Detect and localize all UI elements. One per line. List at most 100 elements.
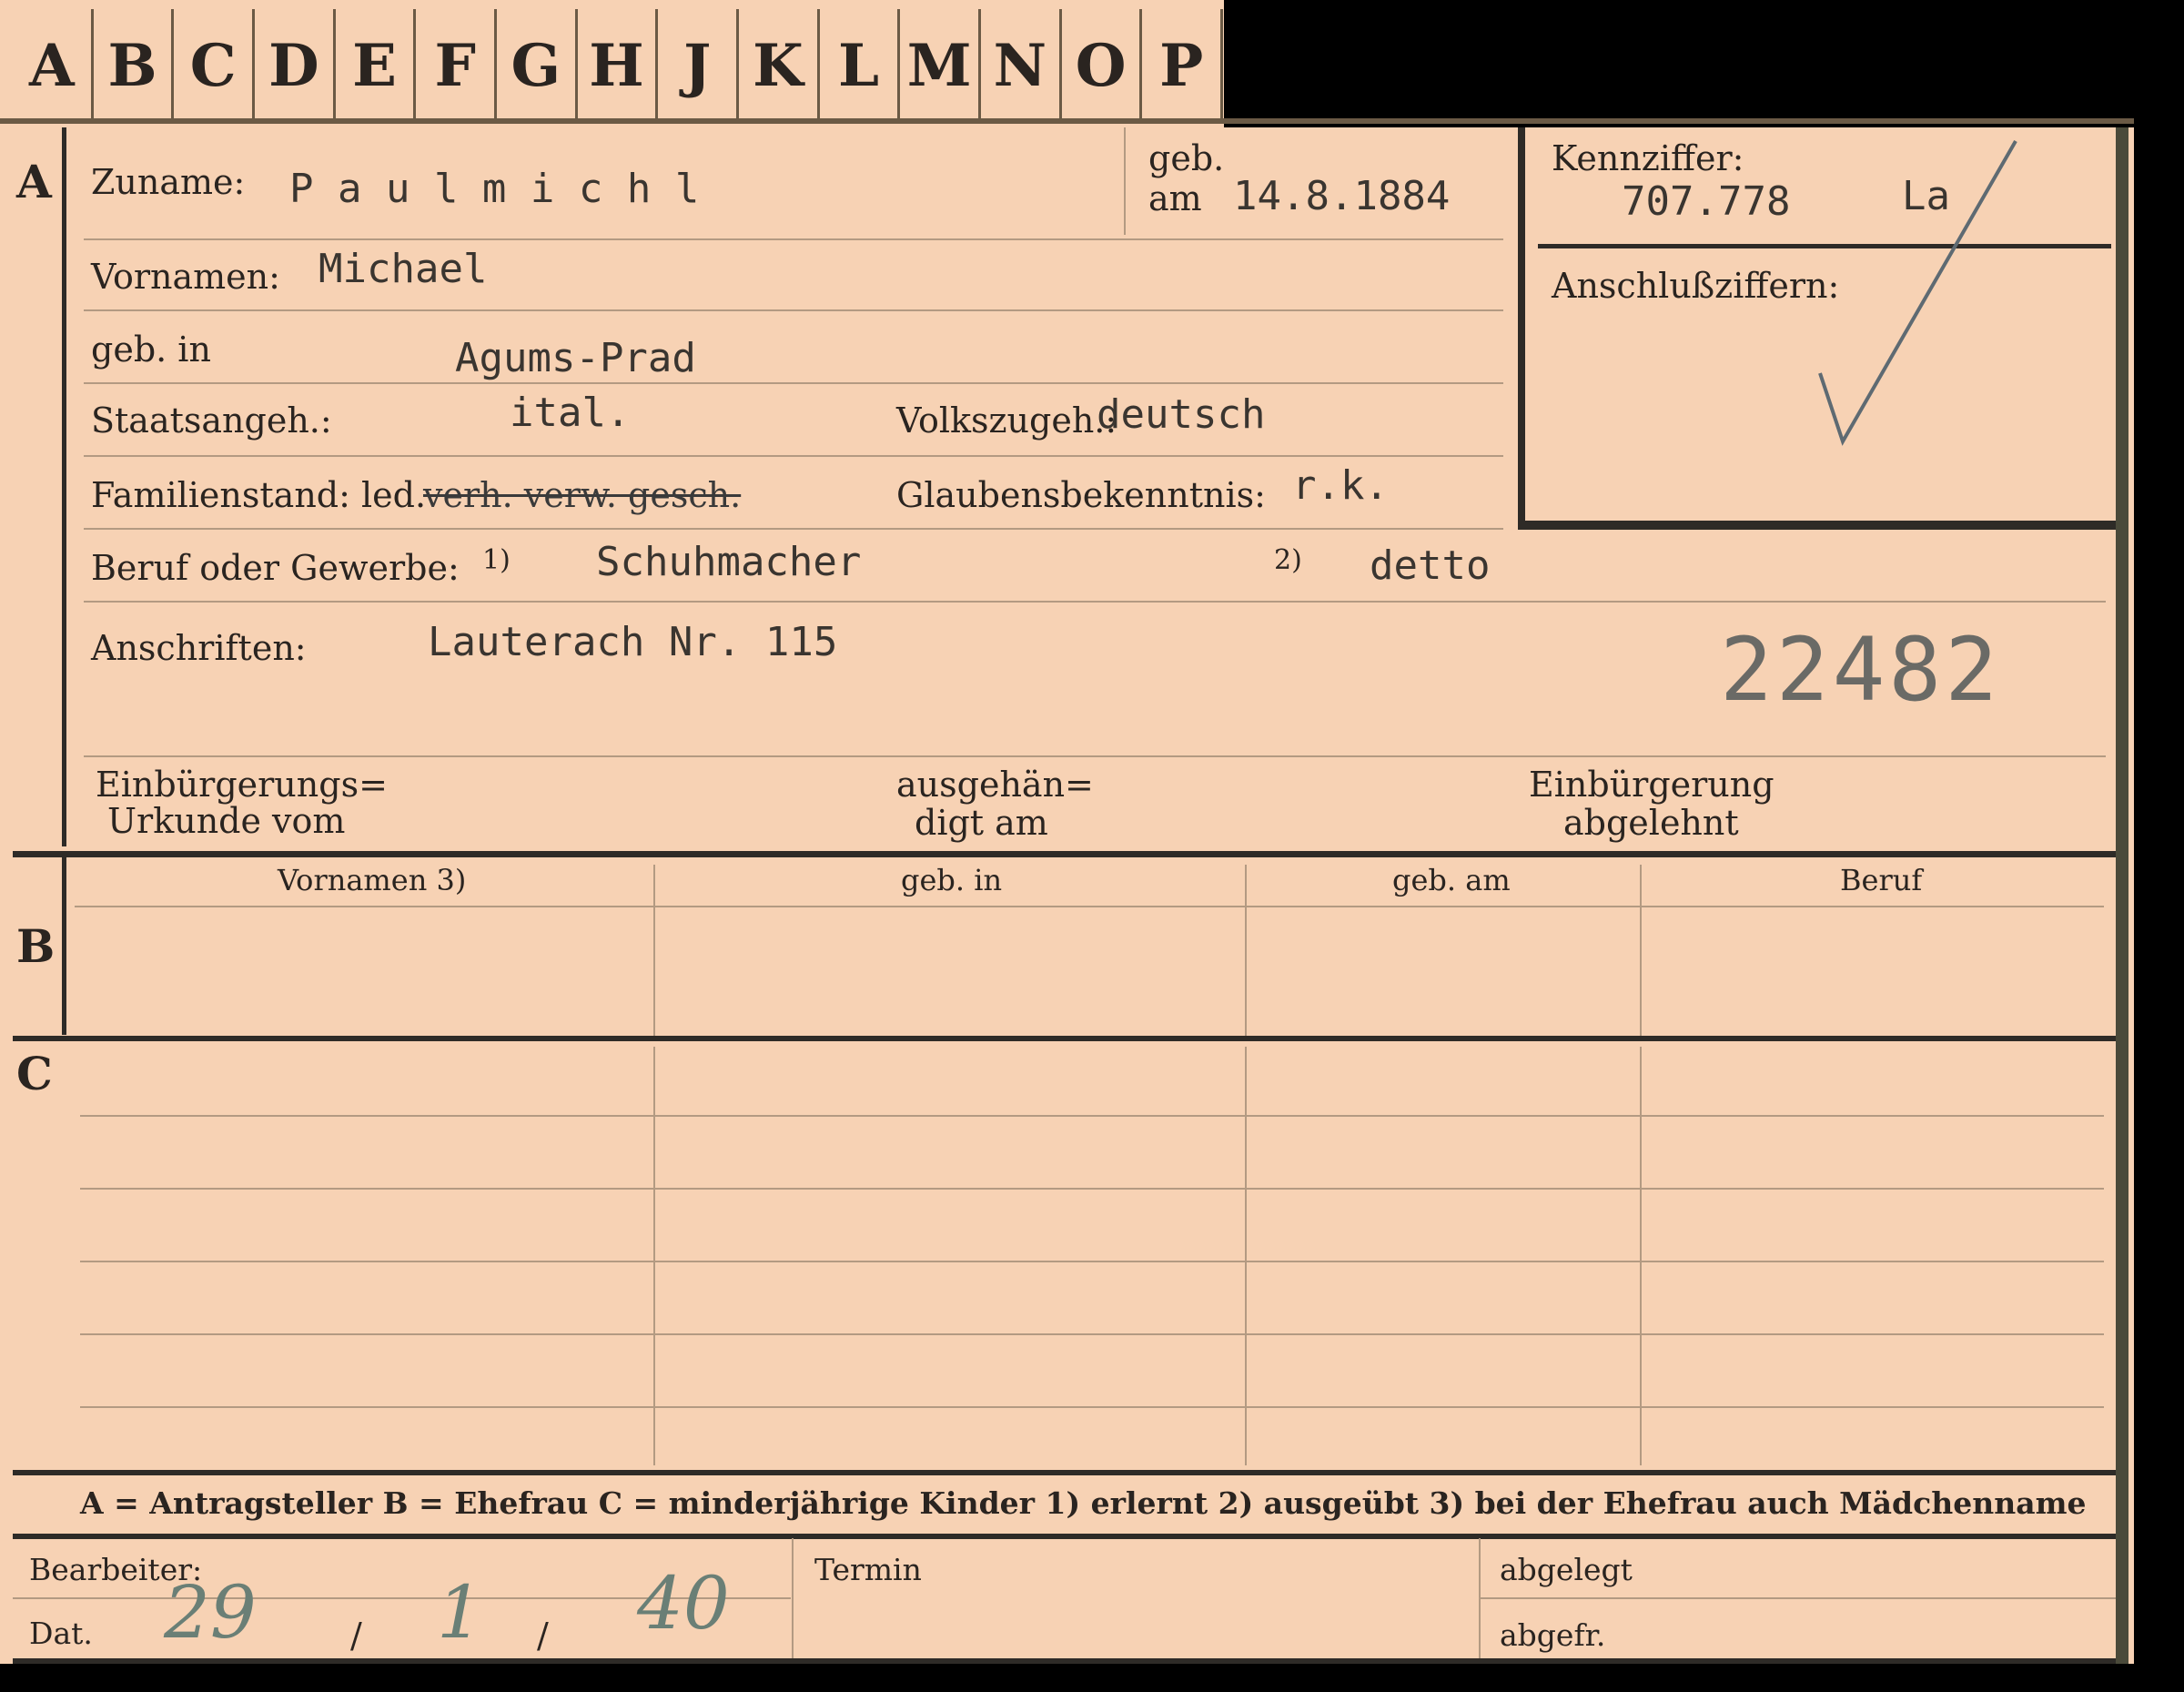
col-divider [1640,865,1642,1038]
beruf-label: Beruf oder Gewerbe: [91,548,460,588]
tab-n[interactable]: N [981,9,1062,123]
col-divider [653,1047,655,1465]
dat-label: Dat. [29,1616,93,1651]
footer-line [1481,1597,2116,1599]
zuname-value: P a u l m i c h l [289,166,700,212]
row-line [80,1333,2104,1335]
row-line [80,1406,2104,1408]
beruf-value2: detto [1370,542,1491,589]
footer-divider [792,1538,794,1661]
header-geb-am: geb. am [1392,863,1511,897]
section-a-left-border [62,127,66,846]
tab-m[interactable]: M [900,9,982,123]
kennziffer-box-left [1518,127,1525,528]
section-b-bottom [13,1036,2116,1041]
row-line [80,1188,2104,1190]
top-black-area [1224,0,2134,127]
einb-abgelehnt-1: Einbürgerung [1529,765,1774,805]
kennziffer-value: 707.778 [1622,178,1791,225]
anschluss-label: Anschlußziffern: [1552,266,1840,306]
row-line [84,382,1503,384]
header-line [75,906,2104,907]
geb-in-value: Agums-Prad [455,335,696,381]
tab-j[interactable]: J [658,9,740,123]
einb-urkunde-label-1: Einbürgerungs= [96,765,388,805]
tab-c[interactable]: C [174,9,256,123]
header-vornamen: Vornamen 3) [278,863,467,897]
beruf-note2: 2) [1274,544,1302,576]
header-beruf: Beruf [1840,863,1923,897]
header-geb-in: geb. in [901,863,1003,897]
geb-am-label-top: geb. [1148,138,1225,178]
tab-e[interactable]: E [336,9,417,123]
tab-b[interactable]: B [94,9,175,123]
col-divider [1245,865,1247,1038]
familienstand-label: Familienstand: led. [91,475,427,515]
abgelegt-label: abgelegt [1500,1552,1633,1587]
tab-k[interactable]: K [739,9,820,123]
einb-urkunde-label-2: Urkunde vom [107,801,346,841]
stamp-number: 22482 [1720,619,2001,721]
volkszugeh-label: Volkszugeh.: [896,400,1117,441]
termin-label: Termin [814,1552,922,1587]
tab-p[interactable]: P [1142,9,1224,123]
row-line [84,238,1503,240]
row-line [84,528,1503,530]
geb-in-label: geb. in [91,329,211,370]
dat-sep2: / [537,1616,549,1656]
beruf-value1: Schuhmacher [596,539,862,585]
col-divider [1245,1047,1247,1465]
volkszugeh-value: deutsch [1097,391,1266,438]
col-divider [1640,1047,1642,1465]
dat-day: 29 [164,1570,257,1655]
row-line [80,1261,2104,1262]
beruf-note1: 1) [482,544,511,576]
section-letter-c: C [16,1047,53,1100]
dat-year: 40 [637,1561,730,1646]
section-a-bottom [13,851,2116,857]
alphabet-tabs: A B C D E F G H J K L M N O P [13,9,1224,123]
bottom-black-area [0,1664,2184,1692]
anschriften-value: Lauterach Nr. 115 [428,619,838,665]
row-line [84,455,1503,457]
tab-g[interactable]: G [497,9,578,123]
footer-divider [1479,1538,1481,1661]
checkmark-icon [1818,140,2017,446]
einb-abgelehnt-2: abgelehnt [1563,803,1739,843]
section-b-left-border [62,857,66,1035]
legend-text: A = Antragsteller B = Ehefrau C = minder… [80,1485,2087,1521]
glaubens-label: Glaubensbekenntnis: [896,475,1266,515]
glaubens-value: r.k. [1292,462,1389,509]
staatsangeh-label: Staatsangeh.: [91,400,332,441]
tab-l[interactable]: L [820,9,901,123]
row-line [80,1115,2104,1117]
section-letter-b: B [16,919,56,973]
tab-a[interactable]: A [13,9,94,123]
row-line [84,755,2106,757]
kennziffer-box-bottom [1518,521,2116,530]
row-line [84,601,2106,603]
familienstand-struck: verh. verw. gesch. [423,475,742,515]
vornamen-value: Michael [318,246,488,292]
section-c-bottom [13,1470,2116,1475]
tab-h[interactable]: H [578,9,659,123]
dat-sep1: / [350,1616,362,1656]
tab-o[interactable]: O [1062,9,1143,123]
geb-am-value: 14.8.1884 [1233,173,1451,219]
tab-d[interactable]: D [255,9,336,123]
section-letter-a: A [16,155,52,208]
abgefr-label: abgefr. [1500,1617,1606,1653]
ausgeh-label-1: ausgehän= [896,765,1094,805]
tab-f[interactable]: F [416,9,498,123]
anschriften-label: Anschriften: [91,628,307,668]
legend-bottom [13,1534,2116,1539]
kennziffer-label: Kennziffer: [1552,138,1744,178]
geb-am-divider [1124,127,1126,235]
staatsangeh-value: ital. [510,390,631,436]
zuname-label: Zuname: [91,162,246,202]
row-line [84,309,1503,311]
tabs-divider [0,118,2134,124]
col-divider [653,865,655,1038]
dat-month: 1 [437,1570,483,1655]
geb-am-label-bottom: am [1148,178,1202,218]
